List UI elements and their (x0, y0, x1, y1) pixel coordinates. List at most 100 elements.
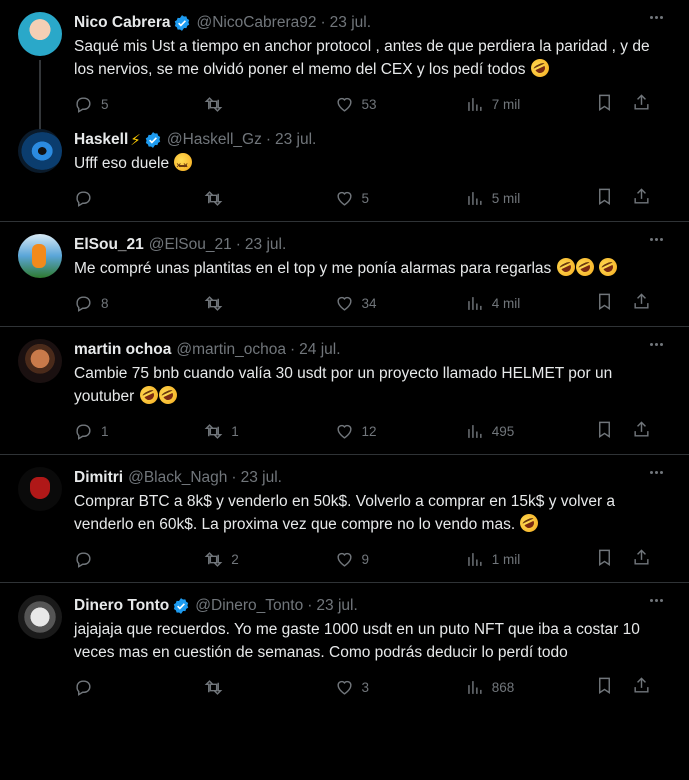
bookmark-button[interactable] (595, 420, 614, 442)
reply-button[interactable]: 1 (74, 422, 204, 441)
retweet-button[interactable] (204, 95, 334, 114)
secondary-actions (595, 187, 651, 209)
more-options-icon[interactable] (650, 471, 663, 474)
share-button[interactable] (632, 420, 651, 442)
rolling-on-floor-laughing-emoji-icon (155, 383, 180, 407)
separator-dot: · (289, 341, 296, 358)
views-button[interactable]: 1 mil (465, 550, 595, 569)
author-handle[interactable]: @Haskell_Gz (167, 131, 262, 149)
share-button[interactable] (632, 93, 651, 115)
reply-button[interactable] (74, 550, 204, 569)
share-button[interactable] (632, 292, 651, 314)
views-button[interactable]: 868 (465, 678, 595, 697)
reply-icon (76, 679, 91, 696)
like-button[interactable]: 3 (335, 678, 465, 697)
author-handle[interactable]: @ElSou_21 (149, 236, 232, 254)
retweet-button[interactable]: 2 (204, 550, 334, 569)
tweet-date[interactable]: 23 jul. (316, 597, 357, 615)
analytics-icon (467, 424, 482, 438)
like-count: 12 (361, 423, 377, 439)
tweet-date[interactable]: 23 jul. (275, 131, 316, 149)
bookmark-button[interactable] (595, 187, 614, 209)
author-name[interactable]: Dimitri (74, 469, 123, 487)
avatar[interactable] (18, 339, 62, 383)
tweet-date[interactable]: 23 jul. (241, 469, 282, 487)
tweet-date[interactable]: 23 jul. (245, 236, 286, 254)
reply-button[interactable] (74, 189, 204, 208)
like-button[interactable]: 5 (335, 189, 465, 208)
tweet-text: jajajaja que recuerdos. Yo me gaste 1000… (74, 618, 673, 664)
retweet-count: 2 (231, 551, 239, 567)
avatar[interactable] (18, 129, 62, 173)
heart-icon (336, 680, 352, 695)
views-button[interactable]: 4 mil (465, 294, 595, 313)
reply-icon (76, 295, 91, 312)
tweet[interactable]: Dimitri @Black_Nagh · 23 jul. Comprar BT… (0, 455, 689, 583)
like-button[interactable]: 12 (335, 422, 465, 441)
name-suffix: ⚡ (130, 132, 141, 149)
tweet[interactable]: ElSou_21 @ElSou_21 · 23 jul. Me compré u… (0, 222, 689, 327)
author-name[interactable]: ElSou_21 (74, 236, 144, 254)
share-icon (634, 421, 649, 437)
retweet-button[interactable] (204, 189, 334, 208)
rolling-on-floor-laughing-emoji-icon (527, 56, 552, 80)
avatar[interactable] (18, 234, 62, 278)
tweet[interactable]: Haskell ⚡ @Haskell_Gz · 23 jul. Ufff eso… (0, 127, 689, 222)
tweet[interactable]: Nico Cabrera @NicoCabrera92 · 23 jul. Sa… (0, 0, 689, 139)
tweet-text: Me compré unas plantitas en el top y me … (74, 255, 673, 280)
bookmark-button[interactable] (595, 548, 614, 570)
tweet-body: Nico Cabrera @NicoCabrera92 · 23 jul. Sa… (74, 12, 673, 127)
like-button[interactable]: 34 (335, 294, 465, 313)
author-name[interactable]: Dinero Tonto (74, 597, 169, 615)
tweet-date[interactable]: 24 jul. (299, 341, 340, 359)
analytics-icon (467, 680, 482, 694)
heart-icon (336, 296, 352, 311)
author-handle[interactable]: @NicoCabrera92 (196, 14, 316, 32)
tweet-body: Dimitri @Black_Nagh · 23 jul. Comprar BT… (74, 467, 673, 582)
reply-button[interactable]: 5 (74, 95, 204, 114)
retweet-button[interactable]: 1 (204, 422, 334, 441)
author-handle[interactable]: @Black_Nagh (128, 469, 227, 487)
retweet-button[interactable] (204, 294, 334, 313)
views-button[interactable]: 7 mil (465, 95, 595, 114)
bookmark-button[interactable] (595, 292, 614, 314)
more-options-icon[interactable] (650, 16, 663, 19)
retweet-button[interactable] (204, 678, 334, 697)
bookmark-button[interactable] (595, 676, 614, 698)
author-handle[interactable]: @martin_ochoa (176, 341, 286, 359)
share-icon (634, 677, 649, 693)
views-button[interactable]: 495 (465, 422, 595, 441)
rolling-on-floor-laughing-emoji-icon (572, 255, 597, 279)
share-icon (634, 293, 649, 309)
author-name[interactable]: martin ochoa (74, 341, 171, 359)
more-options-icon[interactable] (650, 599, 663, 602)
rolling-on-floor-laughing-emoji-icon (595, 255, 620, 279)
tweet-actions: 8 34 4 mil (74, 288, 673, 318)
share-button[interactable] (632, 187, 651, 209)
tweet-text-content: jajajaja que recuerdos. Yo me gaste 1000… (74, 621, 640, 661)
reply-count: 1 (101, 423, 109, 439)
views-button[interactable]: 5 mil (465, 189, 595, 208)
author-name[interactable]: Haskell (74, 131, 128, 149)
retweet-icon (204, 551, 223, 567)
share-button[interactable] (632, 548, 651, 570)
more-options-icon[interactable] (650, 238, 663, 241)
more-options-icon[interactable] (650, 343, 663, 346)
share-button[interactable] (632, 676, 651, 698)
tweet[interactable]: martin ochoa @martin_ochoa · 24 jul. Cam… (0, 327, 689, 455)
secondary-actions (595, 292, 651, 314)
reply-button[interactable] (74, 678, 204, 697)
avatar[interactable] (18, 467, 62, 511)
like-button[interactable]: 9 (335, 550, 465, 569)
tweet-body: Dinero Tonto @Dinero_Tonto · 23 jul. jaj… (74, 595, 673, 710)
like-button[interactable]: 53 (335, 95, 465, 114)
tweet-actions: 1 1 12 495 (74, 416, 673, 446)
bookmark-button[interactable] (595, 93, 614, 115)
tweet[interactable]: Dinero Tonto @Dinero_Tonto · 23 jul. jaj… (0, 583, 689, 710)
author-name[interactable]: Nico Cabrera (74, 14, 170, 32)
avatar[interactable] (18, 12, 62, 56)
reply-button[interactable]: 8 (74, 294, 204, 313)
author-handle[interactable]: @Dinero_Tonto (195, 597, 303, 615)
avatar[interactable] (18, 595, 62, 639)
tweet-date[interactable]: 23 jul. (330, 14, 371, 32)
